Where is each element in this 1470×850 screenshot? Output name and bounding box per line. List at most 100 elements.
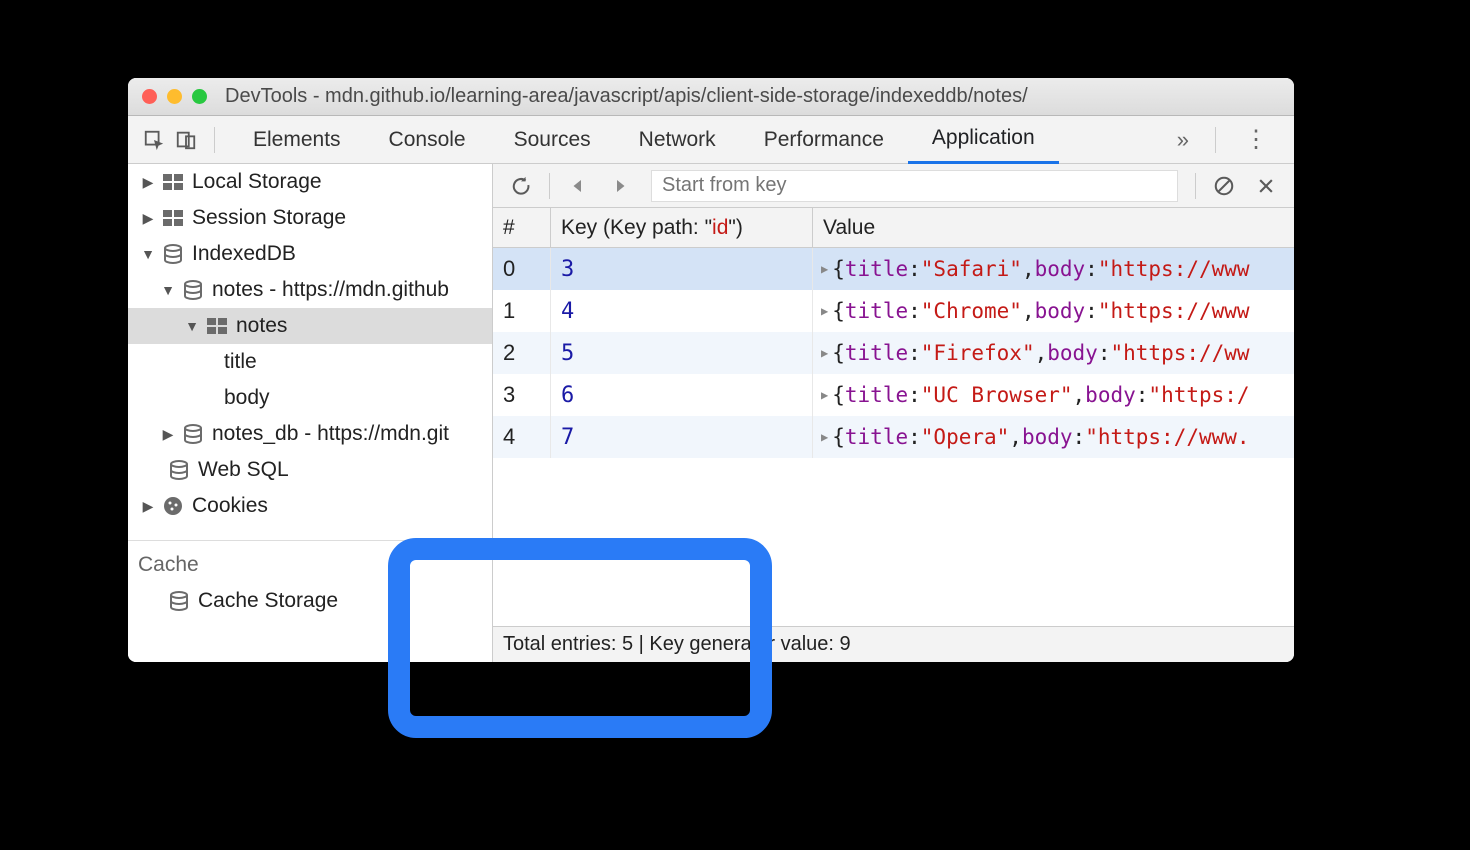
table-body: 0 3 ▶{title: "Safari", body: "https://ww… [493, 248, 1294, 626]
cell-index: 3 [493, 374, 551, 416]
col-header-key[interactable]: Key (Key path: "id") [551, 208, 813, 247]
prev-page-button[interactable] [560, 168, 596, 204]
cell-key: 6 [551, 374, 813, 416]
sidebar-label: IndexedDB [192, 242, 296, 266]
expand-arrow-icon [162, 426, 174, 443]
cell-value: ▶{title: "Safari", body: "https://www [813, 248, 1294, 290]
separator [1195, 173, 1196, 199]
sidebar-item-index-body[interactable]: body [128, 380, 492, 416]
separator [214, 127, 215, 153]
statusbar: Total entries: 5 | Key generator value: … [493, 626, 1294, 662]
cell-value: ▶{title: "Firefox", body: "https://ww [813, 332, 1294, 374]
close-window-button[interactable] [142, 89, 157, 104]
sidebar-label: notes_db - https://mdn.git [212, 422, 449, 446]
devtools-tabbar: Elements Console Sources Network Perform… [128, 116, 1294, 164]
collapse-arrow-icon [142, 246, 154, 262]
cell-key: 5 [551, 332, 813, 374]
sidebar-item-db-notes[interactable]: notes - https://mdn.github [128, 272, 492, 308]
cookie-icon [162, 497, 184, 515]
sidebar-item-indexeddb[interactable]: IndexedDB [128, 236, 492, 272]
tab-elements[interactable]: Elements [229, 116, 365, 164]
sidebar-label: Web SQL [198, 458, 289, 482]
cell-key: 7 [551, 416, 813, 458]
inspect-element-icon[interactable] [140, 126, 168, 154]
cell-index: 2 [493, 332, 551, 374]
cell-value: ▶{title: "UC Browser", body: "https:/ [813, 374, 1294, 416]
titlebar: DevTools - mdn.github.io/learning-area/j… [128, 78, 1294, 116]
storage-grid-icon [162, 173, 184, 191]
expand-arrow-icon [142, 210, 154, 227]
tab-application[interactable]: Application [908, 116, 1059, 164]
sidebar-item-store-notes[interactable]: notes [128, 308, 492, 344]
sidebar-label: notes - https://mdn.github [212, 278, 449, 302]
sidebar-item-local-storage[interactable]: Local Storage [128, 164, 492, 200]
delete-selected-button[interactable] [1248, 168, 1284, 204]
refresh-button[interactable] [503, 168, 539, 204]
devtools-window: DevTools - mdn.github.io/learning-area/j… [128, 78, 1294, 662]
cell-index: 0 [493, 248, 551, 290]
tab-performance[interactable]: Performance [740, 116, 908, 164]
sidebar-section-cache: Cache [128, 541, 492, 583]
expand-arrow-icon[interactable]: ▶ [821, 262, 828, 276]
tabs-container: Elements Console Sources Network Perform… [229, 116, 1161, 164]
sidebar-label: Cookies [192, 494, 268, 518]
sidebar-item-index-title[interactable]: title [128, 344, 492, 380]
sidebar-label: notes [236, 314, 287, 338]
expand-arrow-icon[interactable]: ▶ [821, 388, 828, 402]
window-title: DevTools - mdn.github.io/learning-area/j… [225, 85, 1028, 108]
settings-kebab-icon[interactable]: ⋮ [1230, 125, 1282, 154]
clear-store-button[interactable] [1206, 168, 1242, 204]
tab-console[interactable]: Console [365, 116, 490, 164]
cell-index: 1 [493, 290, 551, 332]
status-text: Total entries: 5 | Key generator value: … [503, 633, 851, 656]
sidebar-label: Cache Storage [198, 589, 338, 613]
start-from-key-input[interactable] [652, 171, 1177, 201]
table-row[interactable]: 1 4 ▶{title: "Chrome", body: "https://ww… [493, 290, 1294, 332]
tab-sources[interactable]: Sources [490, 116, 615, 164]
sidebar-label: Session Storage [192, 206, 346, 230]
storage-grid-icon [206, 317, 228, 335]
separator [1215, 127, 1216, 153]
cell-value: ▶{title: "Opera", body: "https://www. [813, 416, 1294, 458]
next-page-button[interactable] [602, 168, 638, 204]
col-header-value[interactable]: Value [813, 208, 1294, 247]
table-row[interactable]: 4 7 ▶{title: "Opera", body: "https://www… [493, 416, 1294, 458]
minimize-window-button[interactable] [167, 89, 182, 104]
database-icon [182, 425, 204, 443]
sidebar-item-websql[interactable]: Web SQL [128, 452, 492, 488]
table-row[interactable]: 0 3 ▶{title: "Safari", body: "https://ww… [493, 248, 1294, 290]
tab-network[interactable]: Network [615, 116, 740, 164]
expand-arrow-icon[interactable]: ▶ [821, 346, 828, 360]
maximize-window-button[interactable] [192, 89, 207, 104]
table-header: # Key (Key path: "id") Value [493, 208, 1294, 248]
more-tabs-icon[interactable]: » [1165, 127, 1201, 153]
sidebar-item-cache-storage[interactable]: Cache Storage [128, 583, 492, 619]
database-icon [182, 281, 204, 299]
body: Local Storage Session Storage IndexedDB [128, 164, 1294, 662]
collapse-arrow-icon [162, 282, 174, 298]
sidebar: Local Storage Session Storage IndexedDB [128, 164, 493, 662]
sidebar-label: Local Storage [192, 170, 322, 194]
sidebar-item-session-storage[interactable]: Session Storage [128, 200, 492, 236]
collapse-arrow-icon [186, 318, 198, 334]
col-header-index[interactable]: # [493, 208, 551, 247]
cell-key: 3 [551, 248, 813, 290]
sidebar-label: title [224, 350, 257, 374]
sidebar-item-cookies[interactable]: Cookies [128, 488, 492, 524]
database-icon [162, 245, 184, 263]
table-row[interactable]: 2 5 ▶{title: "Firefox", body: "https://w… [493, 332, 1294, 374]
cell-key: 4 [551, 290, 813, 332]
table-row[interactable]: 3 6 ▶{title: "UC Browser", body: "https:… [493, 374, 1294, 416]
expand-arrow-icon [142, 174, 154, 191]
database-icon [168, 592, 190, 610]
expand-arrow-icon[interactable]: ▶ [821, 304, 828, 318]
storage-grid-icon [162, 209, 184, 227]
separator [549, 173, 550, 199]
expand-arrow-icon [142, 498, 154, 515]
database-icon [168, 461, 190, 479]
device-toggle-icon[interactable] [172, 126, 200, 154]
sidebar-item-db-notesdb[interactable]: notes_db - https://mdn.git [128, 416, 492, 452]
expand-arrow-icon[interactable]: ▶ [821, 430, 828, 444]
cell-index: 4 [493, 416, 551, 458]
main-panel: # Key (Key path: "id") Value 0 3 ▶{title… [493, 164, 1294, 662]
